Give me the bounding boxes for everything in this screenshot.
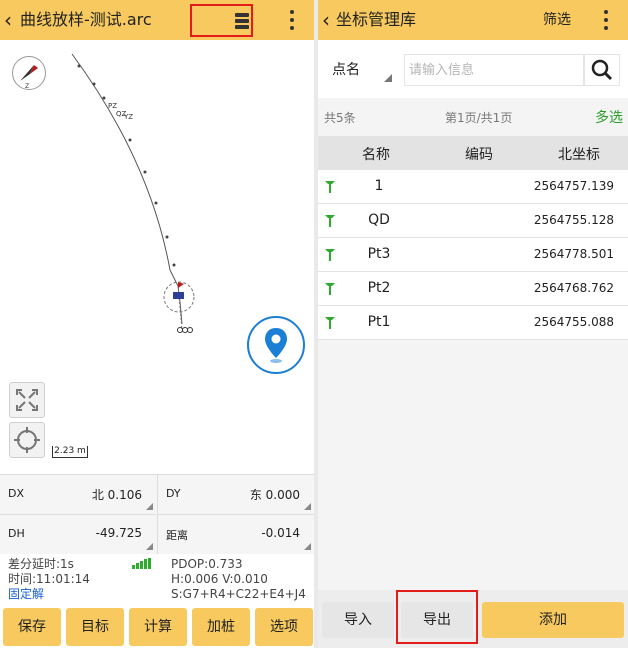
readout-dh[interactable]: DH -49.725 — [0, 515, 156, 555]
table-row[interactable]: QD 2564755.128 — [318, 204, 628, 238]
readout-distance[interactable]: 距离 -0.014 — [158, 515, 314, 555]
kebab-menu-icon[interactable] — [598, 7, 614, 33]
hv-precision: H:0.006 V:0.010 — [171, 572, 268, 586]
compass-icon[interactable]: Z — [12, 56, 46, 90]
page-title: 曲线放样-测试.arc — [20, 10, 152, 29]
column-header-name: 名称 — [362, 147, 390, 163]
point-pin-icon — [325, 215, 335, 227]
map-scale: 2.23 m — [52, 446, 88, 458]
search-button[interactable] — [584, 54, 620, 86]
stakeout-toolbar: 保存 目标 计算 加桩 选项 — [0, 604, 314, 648]
location-pin-icon — [265, 328, 287, 363]
search-input[interactable] — [404, 54, 584, 86]
filter-button[interactable]: 筛选 — [543, 9, 571, 31]
kebab-menu-icon[interactable] — [284, 7, 300, 33]
crosshair-icon — [14, 427, 40, 453]
table-row[interactable]: Pt2 2564768.762 — [318, 272, 628, 306]
search-icon — [591, 59, 613, 81]
fix-status: 固定解 — [8, 587, 45, 601]
map-point-label: PZ — [108, 102, 118, 110]
search-field-select[interactable]: 点名 — [324, 54, 394, 86]
stakeout-header: ‹ 曲线放样-测试.arc — [0, 0, 314, 40]
diff-delay: 差分延时:1s — [8, 557, 74, 571]
table-row[interactable]: Pt1 2564755.088 — [318, 306, 628, 340]
layers-button[interactable] — [190, 4, 253, 37]
search-row: 点名 — [318, 40, 628, 98]
multi-select-button[interactable]: 多选 — [595, 107, 623, 127]
table-row[interactable]: 1 2564757.139 — [318, 170, 628, 204]
point-pin-icon — [325, 317, 335, 329]
table-header: 名称 编码 北坐标 — [318, 136, 628, 170]
stakeout-curve — [71, 53, 195, 333]
back-chevron-icon[interactable]: ‹ — [4, 9, 20, 31]
stakeout-readout: DX 北 0.106 DY 东 0.000 DH -49.725 距离 -0.0… — [0, 474, 314, 555]
status-time: 时间:11:01:14 — [8, 572, 90, 586]
map-point-label: YZ — [124, 113, 134, 121]
point-pin-icon — [325, 283, 335, 295]
point-pin-icon — [325, 249, 335, 261]
readout-dx[interactable]: DX 北 0.106 — [0, 475, 156, 515]
save-button[interactable]: 保存 — [3, 608, 61, 646]
library-header: ‹ 坐标管理库 筛选 — [318, 0, 628, 40]
layers-icon — [235, 13, 249, 31]
column-header-code: 编码 — [465, 147, 493, 163]
page-title: 坐标管理库 — [336, 10, 417, 29]
signal-bars-icon — [132, 558, 152, 569]
target-button[interactable]: 目标 — [66, 608, 124, 646]
page-indicator: 第1页/共1页 — [445, 111, 513, 125]
library-footer: 导入 导出 添加 — [318, 590, 628, 648]
column-header-north: 北坐标 — [558, 147, 600, 163]
map-view[interactable]: PZ QZ YZ Z 2.23 m — [0, 40, 314, 474]
satellite-count: S:G7+R4+C22+E4+J4 — [171, 587, 306, 601]
list-meta: 共5条 第1页/共1页 多选 — [318, 98, 628, 136]
add-stake-button[interactable]: 加桩 — [192, 608, 250, 646]
options-button[interactable]: 选项 — [255, 608, 313, 646]
add-button[interactable]: 添加 — [482, 602, 624, 638]
calculate-button[interactable]: 计算 — [129, 608, 187, 646]
point-table: 1 2564757.139 QD 2564755.128 Pt3 2564778… — [318, 170, 628, 340]
center-location-button[interactable] — [9, 422, 45, 458]
gnss-status: 差分延时:1s 时间:11:01:14 固定解 PDOP:0.733 H:0.0… — [0, 554, 314, 604]
fullscreen-button[interactable] — [9, 382, 45, 418]
locate-button[interactable] — [247, 316, 305, 374]
svg-text:Z: Z — [25, 83, 29, 90]
stakeout-panel: ‹ 曲线放样-测试.arc PZ QZ YZ Z 2.23 m DX 北 0.1… — [0, 0, 314, 648]
fullscreen-icon — [16, 389, 38, 411]
record-count: 共5条 — [324, 111, 356, 125]
pdop-value: PDOP:0.733 — [171, 557, 243, 571]
export-button[interactable]: 导出 — [401, 602, 473, 638]
readout-dy[interactable]: DY 东 0.000 — [158, 475, 314, 515]
point-pin-icon — [325, 181, 335, 193]
table-row[interactable]: Pt3 2564778.501 — [318, 238, 628, 272]
import-button[interactable]: 导入 — [322, 602, 394, 638]
coordinate-library-panel: ‹ 坐标管理库 筛选 点名 共5条 第1页/共1页 多选 名称 编码 北坐标 1 — [318, 0, 628, 648]
